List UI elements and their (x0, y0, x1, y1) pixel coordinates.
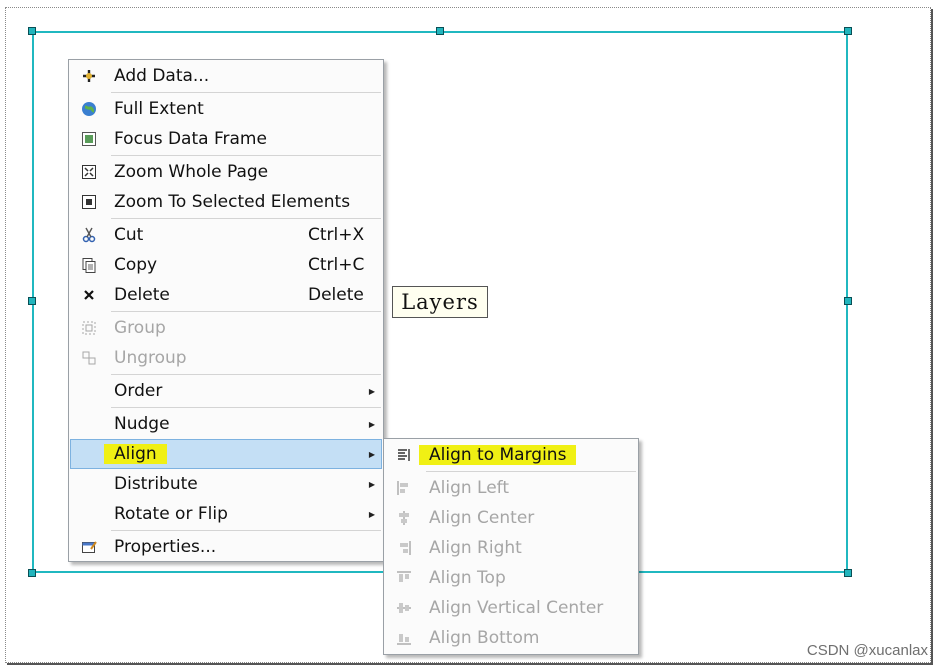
focus-data-frame-icon (81, 131, 97, 147)
align-right-icon (396, 540, 412, 556)
resize-handle-top-right[interactable] (844, 27, 852, 35)
group-icon (81, 320, 97, 336)
align-center-icon (396, 510, 412, 526)
resize-handle-middle-right[interactable] (844, 297, 852, 305)
resize-handle-top-center[interactable] (436, 27, 444, 35)
menu-item-group: Group (71, 313, 381, 343)
submenu-item-align-to-margins[interactable]: Align to Margins (386, 440, 636, 470)
copy-icon (81, 257, 97, 273)
resize-handle-bottom-left[interactable] (28, 569, 36, 577)
menu-item-full-extent[interactable]: Full Extent (71, 94, 381, 124)
menu-item-copy[interactable]: Copy Ctrl+C (71, 250, 381, 280)
align-vertical-center-icon (396, 600, 412, 616)
zoom-whole-page-icon (81, 164, 97, 180)
menu-item-align[interactable]: Align ▶ (70, 439, 382, 469)
menu-item-cut[interactable]: Cut Ctrl+X (71, 220, 381, 250)
submenu-item-align-center: Align Center (386, 503, 636, 533)
properties-icon (81, 539, 97, 555)
add-data-icon (81, 68, 97, 84)
menu-separator (111, 374, 381, 375)
submenu-item-align-bottom: Align Bottom (386, 623, 636, 653)
align-highlight: Align (104, 444, 167, 464)
submenu-arrow-icon: ▶ (368, 509, 375, 519)
submenu-arrow-icon: ▶ (368, 419, 375, 429)
resize-handle-top-left[interactable] (28, 27, 36, 35)
menu-item-delete[interactable]: Delete Delete (71, 280, 381, 310)
align-bottom-icon (396, 630, 412, 646)
menu-item-order[interactable]: Order ▶ (71, 376, 381, 406)
menu-separator (426, 471, 636, 472)
menu-item-properties[interactable]: Properties... (71, 532, 381, 562)
resize-handle-middle-left[interactable] (28, 297, 36, 305)
align-top-icon (396, 570, 412, 586)
globe-icon (81, 101, 97, 117)
zoom-selected-icon (81, 194, 97, 210)
menu-separator (111, 407, 381, 408)
submenu-arrow-icon: ▶ (368, 386, 375, 396)
scissors-icon (81, 227, 97, 243)
align-to-margins-highlight: Align to Margins (419, 445, 577, 465)
menu-separator (111, 92, 381, 93)
menu-separator (111, 530, 381, 531)
menu-item-zoom-selected[interactable]: Zoom To Selected Elements (71, 187, 381, 217)
submenu-item-align-right: Align Right (386, 533, 636, 563)
menu-item-focus-data-frame[interactable]: Focus Data Frame (71, 124, 381, 154)
menu-item-ungroup: Ungroup (71, 343, 381, 373)
delete-icon (81, 287, 97, 303)
menu-separator (111, 155, 381, 156)
menu-separator (111, 311, 381, 312)
align-submenu: Align to Margins Align Left Align Center… (383, 438, 639, 655)
menu-separator (111, 218, 381, 219)
watermark-text: CSDN @xucanlax (806, 642, 928, 659)
align-left-icon (396, 480, 412, 496)
menu-item-nudge[interactable]: Nudge ▶ (71, 409, 381, 439)
context-menu: Add Data... Full Extent Focus Data Frame… (68, 59, 384, 562)
layers-tooltip-label: Layers (392, 286, 488, 318)
submenu-arrow-icon: ▶ (368, 479, 375, 489)
menu-item-zoom-whole-page[interactable]: Zoom Whole Page (71, 157, 381, 187)
menu-item-distribute[interactable]: Distribute ▶ (71, 469, 381, 499)
resize-handle-bottom-right[interactable] (844, 569, 852, 577)
submenu-item-align-top: Align Top (386, 563, 636, 593)
ungroup-icon (81, 350, 97, 366)
submenu-arrow-icon: ▶ (368, 449, 375, 459)
submenu-item-align-vertical-center: Align Vertical Center (386, 593, 636, 623)
menu-item-rotate-or-flip[interactable]: Rotate or Flip ▶ (71, 499, 381, 529)
align-to-margins-icon (396, 447, 412, 463)
menu-item-add-data[interactable]: Add Data... (71, 61, 381, 91)
submenu-item-align-left: Align Left (386, 473, 636, 503)
